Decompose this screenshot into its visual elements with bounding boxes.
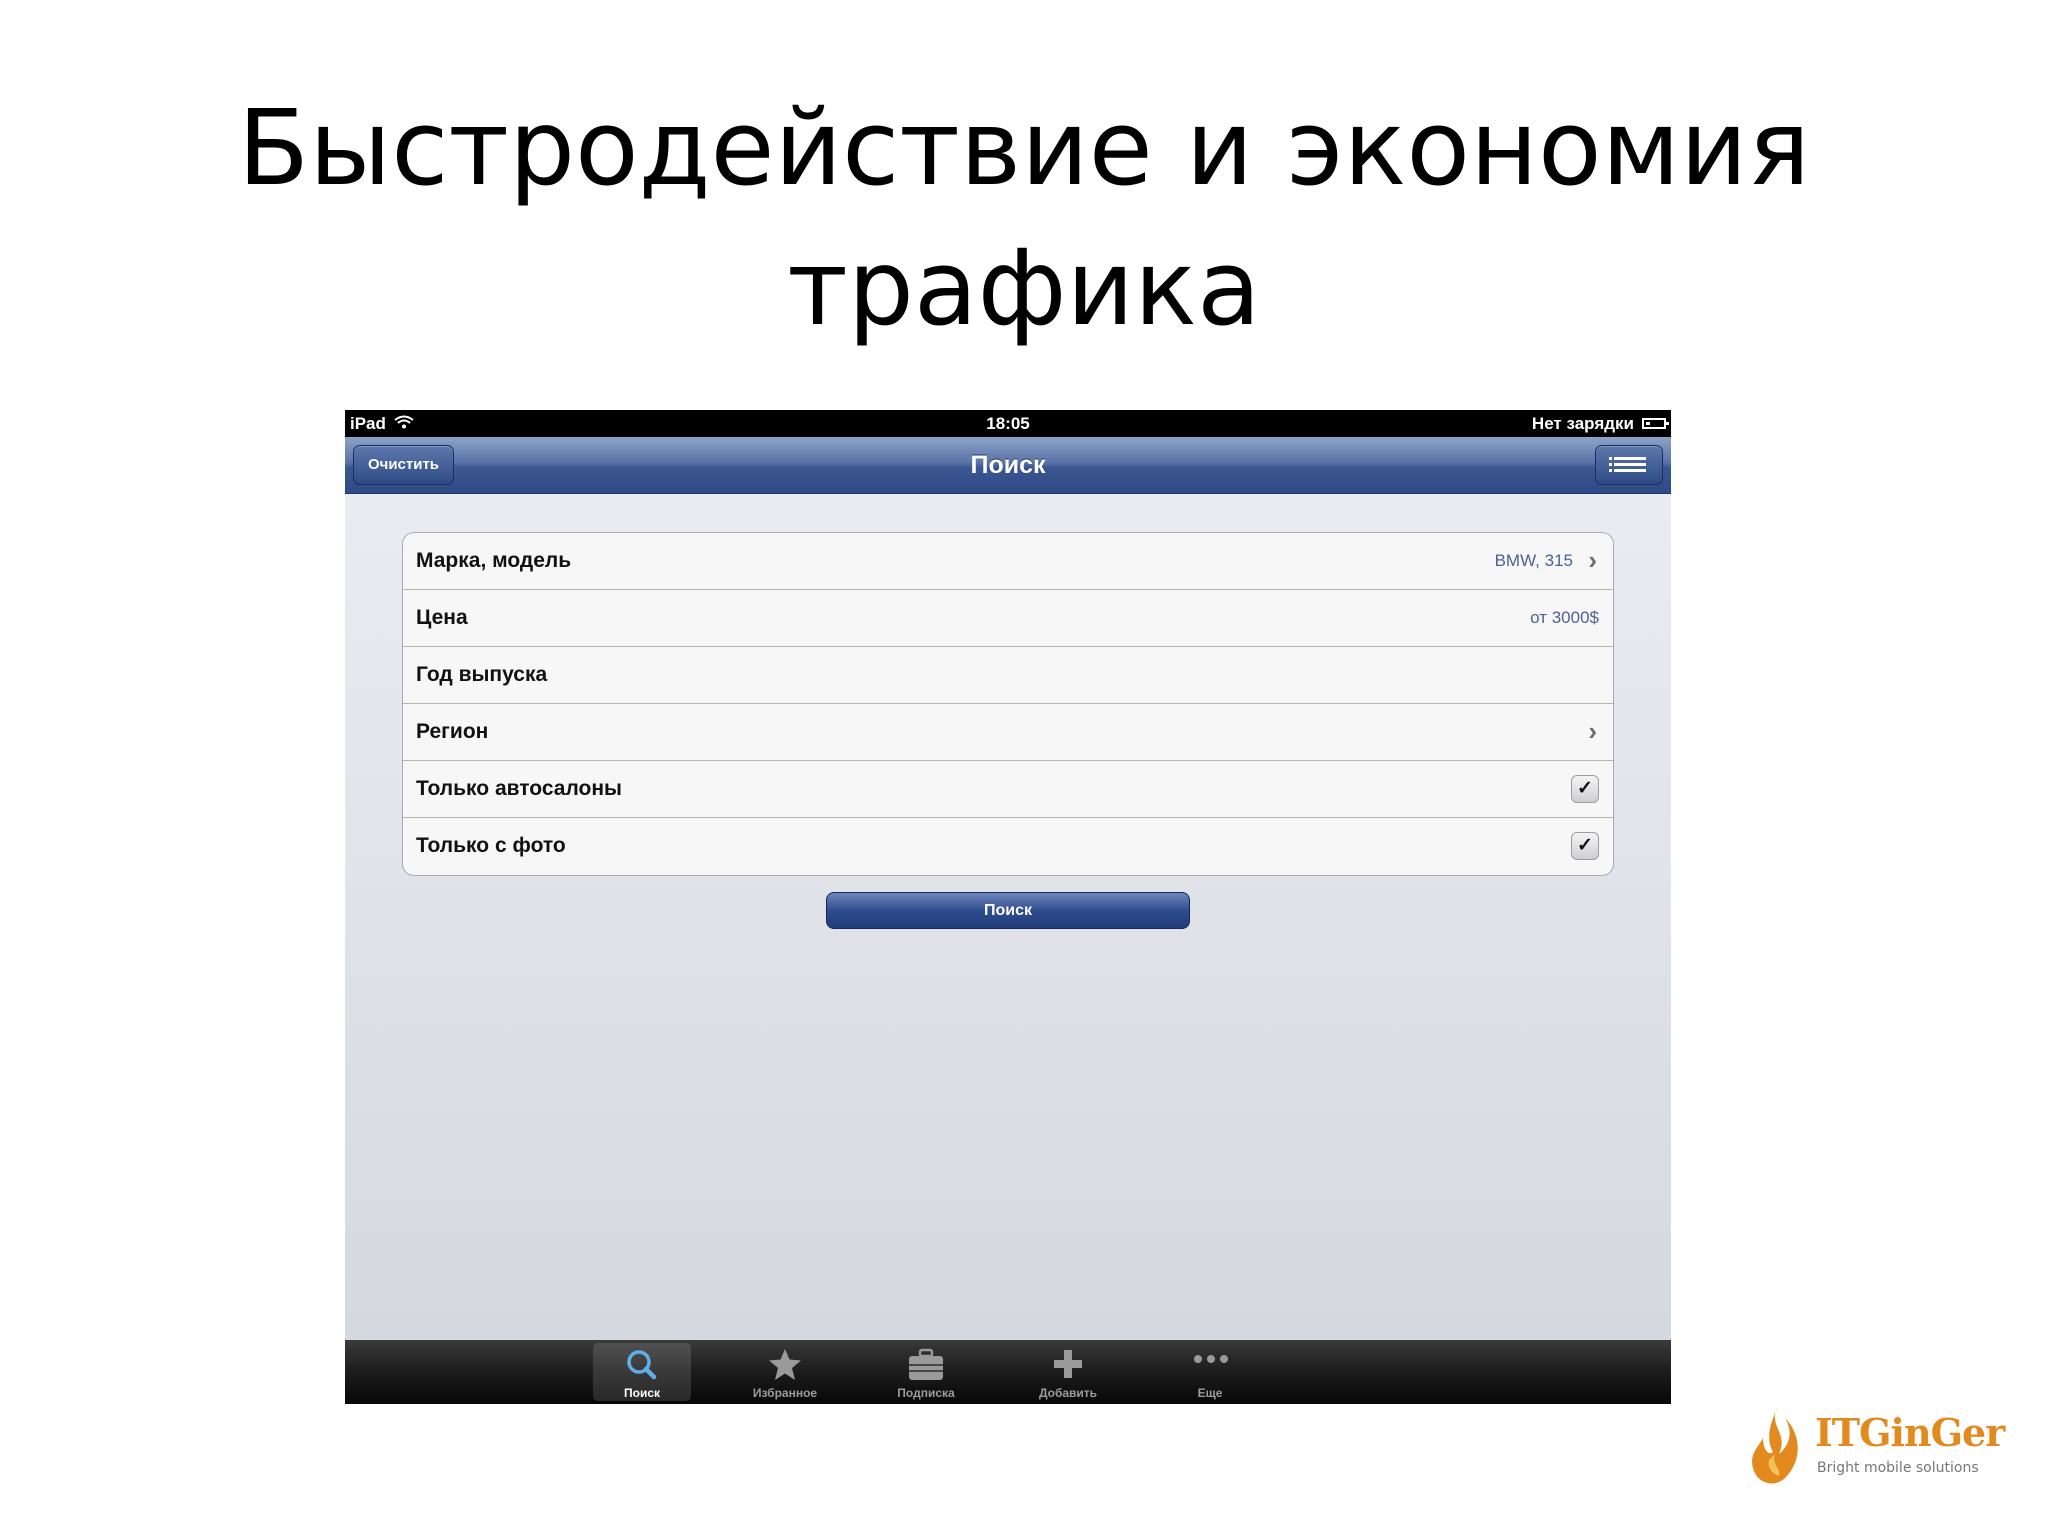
- tab-bar: Поиск Избранное Подписка Добавить Еще: [345, 1340, 1671, 1404]
- tab-label: Еще: [1197, 1386, 1223, 1400]
- status-bar: iPad 18:05 Нет зарядки: [345, 410, 1671, 437]
- list-icon: [1609, 457, 1646, 473]
- itginger-logo: ITGinGer Bright mobile solutions: [1745, 1402, 2005, 1492]
- row-label: Только автосалоны: [416, 777, 622, 800]
- search-form: Марка, модель BMW, 315 › Цена от 3000$ Г…: [402, 532, 1614, 876]
- row-value: BMW, 315: [1494, 551, 1573, 570]
- dealers-only-checkbox[interactable]: ✓: [1571, 775, 1599, 803]
- tab-subscription[interactable]: Подписка: [877, 1343, 975, 1401]
- search-icon: [593, 1347, 691, 1383]
- row-label: Цена: [416, 606, 468, 629]
- search-button[interactable]: Поиск: [826, 892, 1190, 929]
- battery-text: Нет зарядки: [1531, 414, 1634, 433]
- tab-label: Избранное: [752, 1386, 818, 1400]
- slide-title-line2: трафика: [787, 227, 1261, 349]
- nav-bar: Очистить Поиск: [345, 437, 1671, 494]
- tab-favorites[interactable]: Избранное: [736, 1343, 834, 1401]
- search-content: Марка, модель BMW, 315 › Цена от 3000$ Г…: [345, 494, 1671, 1340]
- battery-icon: [1642, 418, 1669, 429]
- tab-label: Добавить: [1038, 1386, 1098, 1400]
- star-icon: [736, 1347, 834, 1383]
- row-region[interactable]: Регион ›: [403, 704, 1613, 761]
- plus-icon: [1019, 1347, 1117, 1383]
- row-year[interactable]: Год выпуска: [403, 647, 1613, 704]
- slide-title: Быстродействие и экономия трафика: [0, 78, 2048, 358]
- list-view-button[interactable]: [1595, 445, 1663, 485]
- row-value: от 3000$: [1530, 608, 1599, 627]
- status-right: Нет зарядки: [1531, 410, 1669, 437]
- chevron-right-icon: ›: [1588, 545, 1597, 575]
- row-make-model[interactable]: Марка, модель BMW, 315 ›: [403, 533, 1613, 590]
- logo-tagline: Bright mobile solutions: [1817, 1460, 1979, 1476]
- tab-label: Поиск: [623, 1386, 660, 1400]
- tab-label: Подписка: [897, 1386, 955, 1400]
- tab-search[interactable]: Поиск: [593, 1343, 691, 1401]
- row-photo-only[interactable]: Только с фото ✓: [403, 818, 1613, 875]
- row-label: Регион: [416, 720, 489, 743]
- ipad-screenshot: iPad 18:05 Нет зарядки Очистить Поиск Ма…: [345, 410, 1671, 1404]
- chevron-right-icon: ›: [1588, 716, 1597, 746]
- photo-only-checkbox[interactable]: ✓: [1571, 832, 1599, 860]
- logo-text: ITGinGer: [1815, 1410, 2005, 1455]
- row-dealers-only[interactable]: Только автосалоны ✓: [403, 761, 1613, 818]
- nav-title: Поиск: [970, 451, 1046, 479]
- row-label: Только с фото: [416, 834, 566, 857]
- flame-icon: [1752, 1406, 1798, 1484]
- row-label: Марка, модель: [416, 549, 572, 572]
- status-time: 18:05: [986, 414, 1030, 433]
- briefcase-icon: [877, 1347, 975, 1383]
- slide-title-line1: Быстродействие и экономия: [237, 87, 1811, 209]
- tab-more[interactable]: Еще: [1161, 1343, 1259, 1401]
- more-icon: [1161, 1347, 1259, 1383]
- tab-add[interactable]: Добавить: [1019, 1343, 1117, 1401]
- row-label: Год выпуска: [416, 663, 548, 686]
- row-price[interactable]: Цена от 3000$: [403, 590, 1613, 647]
